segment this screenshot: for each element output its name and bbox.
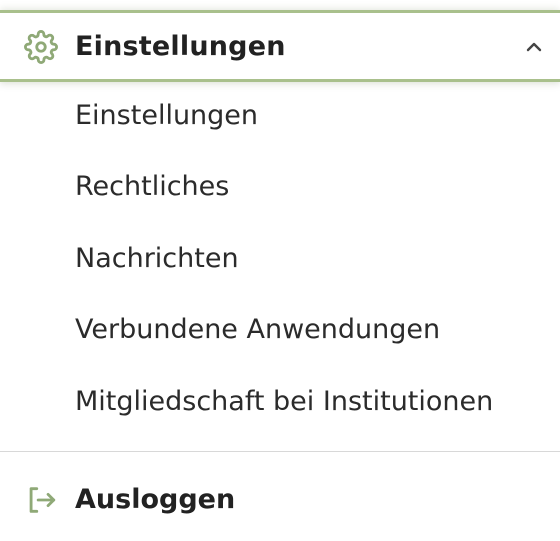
menu-item-verbundene-anwendungen[interactable]: Verbundene Anwendungen [75, 313, 440, 347]
menu-item-mitgliedschaft[interactable]: Mitgliedschaft bei Institutionen [75, 385, 493, 419]
menu-item-rechtliches[interactable]: Rechtliches [75, 170, 229, 204]
divider [0, 451, 560, 452]
chevron-up-icon[interactable] [522, 35, 546, 59]
gear-icon [24, 30, 58, 64]
settings-section-title: Einstellungen [75, 31, 286, 62]
menu-item-nachrichten[interactable]: Nachrichten [75, 242, 239, 276]
logout-icon [29, 487, 56, 513]
settings-section-header[interactable]: Einstellungen [0, 10, 560, 82]
logout-label: Ausloggen [75, 484, 236, 515]
account-menu: Einstellungen Einstellungen Rechtliches … [0, 0, 560, 541]
logout-button[interactable]: Ausloggen [0, 470, 560, 530]
menu-item-einstellungen[interactable]: Einstellungen [75, 99, 258, 133]
